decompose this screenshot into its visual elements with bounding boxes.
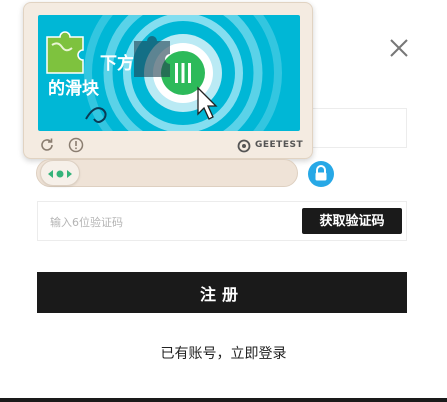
refresh-icon[interactable] (39, 137, 55, 153)
captcha-instruction-line2: 的滑块 (48, 78, 100, 99)
verification-code-row: 获取验证码 (37, 201, 407, 242)
slider-arrows-icon (48, 170, 72, 178)
register-button[interactable]: 注册 (37, 272, 407, 313)
geetest-logo-icon (237, 139, 251, 153)
slider-handle[interactable] (40, 160, 80, 186)
captcha-brand: GEETEST (255, 140, 304, 150)
bottom-divider (0, 398, 447, 402)
close-button[interactable] (388, 37, 410, 59)
info-icon[interactable] (68, 137, 84, 153)
slide-captcha-panel: 下方 的滑块 GEETEST (23, 2, 313, 159)
close-icon (390, 39, 408, 57)
login-link[interactable]: 已有账号，立即登录 (0, 343, 447, 363)
get-code-button[interactable]: 获取验证码 (302, 208, 402, 234)
captcha-puzzle-image: 下方 的滑块 (38, 15, 300, 131)
verification-code-input[interactable] (38, 202, 302, 242)
lock-icon (308, 161, 334, 187)
captcha-instruction-line1: 下方 (100, 53, 134, 74)
